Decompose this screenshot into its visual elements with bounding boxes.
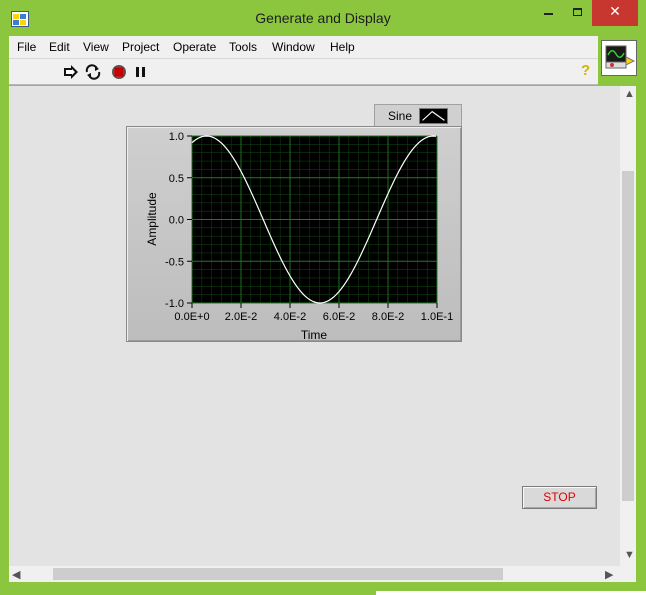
- scroll-down-icon[interactable]: ▼: [624, 549, 635, 561]
- x-tick-label: 8.0E-2: [372, 311, 404, 323]
- close-icon: ✕: [609, 3, 621, 19]
- vi-icon[interactable]: [601, 40, 637, 76]
- y-tick-label: -0.5: [165, 256, 184, 268]
- legend-series-name: Sine: [388, 109, 413, 123]
- abort-icon[interactable]: [110, 64, 128, 80]
- menu-view[interactable]: View: [83, 40, 109, 54]
- scroll-right-icon[interactable]: ▶: [605, 568, 613, 581]
- x-tick-label: 1.0E-1: [421, 311, 453, 323]
- menu-tools[interactable]: Tools: [229, 40, 257, 54]
- taskbar-gap: [376, 591, 646, 595]
- x-tick-label: 2.0E-2: [225, 311, 257, 323]
- horizontal-scrollbar[interactable]: ◀ ▶: [9, 566, 620, 582]
- waveform-graph: 1.0 0.5 0.0 -0.5 -1.0 0.0E+0 2.0E-2 4.0E-2 6.0E…: [126, 126, 462, 342]
- y-axis-label: Amplitude: [145, 192, 159, 246]
- maximize-button[interactable]: [562, 0, 592, 26]
- y-tick-label: 0.5: [169, 173, 184, 185]
- x-tick-labels: 0.0E+0 2.0E-2 4.0E-2 6.0E-2 8.0E-2 1.0E-1: [174, 303, 453, 323]
- title-bar[interactable]: Generate and Display ✕: [0, 0, 646, 37]
- y-tick-label: 1.0: [169, 131, 184, 143]
- menu-window[interactable]: Window: [272, 40, 315, 54]
- y-tick-label: 0.0: [169, 215, 184, 227]
- scrollbar-corner: [620, 566, 636, 582]
- menu-file[interactable]: File: [17, 40, 36, 54]
- stop-button[interactable]: STOP: [522, 486, 597, 509]
- menu-project[interactable]: Project: [122, 40, 159, 54]
- x-tick-label: 4.0E-2: [274, 311, 306, 323]
- close-button[interactable]: ✕: [592, 0, 638, 26]
- menu-edit[interactable]: Edit: [49, 40, 70, 54]
- pause-icon[interactable]: [132, 64, 150, 80]
- run-continuously-icon[interactable]: [84, 64, 102, 80]
- run-arrow-icon[interactable]: [62, 64, 80, 80]
- minimize-button[interactable]: [536, 0, 562, 26]
- menu-operate[interactable]: Operate: [173, 40, 216, 54]
- x-axis-label: Time: [301, 328, 328, 342]
- vi-waveform-icon: [605, 45, 636, 69]
- y-tick-label: -1.0: [165, 298, 184, 310]
- window: Generate and Display ✕ File Edit View Pr…: [0, 0, 646, 595]
- scroll-up-icon[interactable]: ▲: [624, 88, 635, 100]
- vertical-scrollbar[interactable]: ▲ ▼: [620, 86, 636, 566]
- minimize-icon: [544, 13, 553, 15]
- scroll-left-icon[interactable]: ◀: [12, 568, 20, 581]
- plot-legend[interactable]: Sine: [374, 104, 462, 127]
- x-tick-label: 6.0E-2: [323, 311, 355, 323]
- maximize-icon: [573, 8, 582, 16]
- toolbar: ?: [9, 59, 598, 85]
- menu-help[interactable]: Help: [330, 40, 355, 54]
- menu-bar: File Edit View Project Operate Tools Win…: [9, 36, 598, 59]
- x-tick-label: 0.0E+0: [174, 311, 209, 323]
- legend-line-swatch: [419, 108, 448, 124]
- y-tick-labels: 1.0 0.5 0.0 -0.5 -1.0: [165, 131, 192, 310]
- bottom-border: [0, 582, 646, 595]
- horizontal-scroll-thumb[interactable]: [53, 568, 503, 580]
- context-help-icon[interactable]: ?: [581, 62, 590, 79]
- vertical-scroll-thumb[interactable]: [622, 171, 634, 501]
- waveform-graph-svg: 1.0 0.5 0.0 -0.5 -1.0 0.0E+0 2.0E-2 4.0E-2 6.0E…: [145, 131, 453, 342]
